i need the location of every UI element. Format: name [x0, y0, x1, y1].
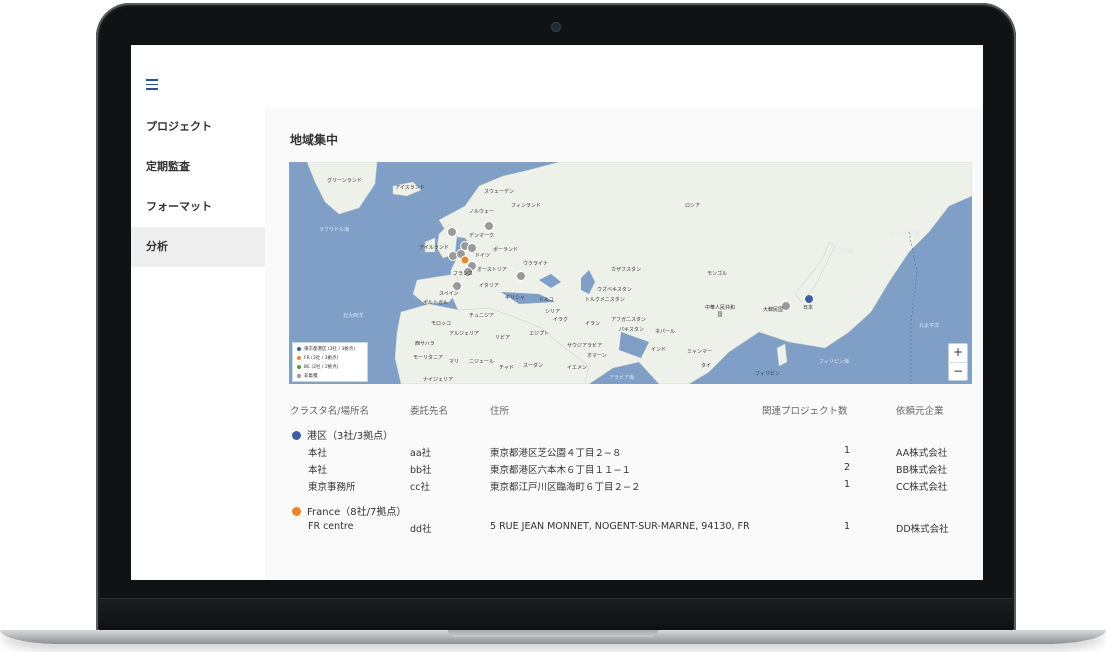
map-label-india: インド: [651, 347, 667, 353]
map-label-atlantic: 北大西洋: [343, 313, 364, 319]
map-label-turkmenistan: トルクメニスタン: [585, 297, 625, 303]
map-label-oman: オマーン: [587, 353, 607, 359]
legend-item: BE (2社 / 2拠点): [297, 363, 363, 372]
table-row[interactable]: 本社 bb社 東京都港区六本木６丁目１１−１ 2 BB株式会社: [290, 462, 960, 479]
map-label-nigeria: ナイジェリア: [423, 377, 454, 383]
map-label-iraq: イラク: [553, 317, 569, 323]
map-zoom-control: + −: [948, 343, 968, 381]
camera-icon: [551, 22, 561, 32]
table-row[interactable]: 東京事務所 cc社 東京都江戸川区臨海町６丁目２−２ 1 CC株式会社: [290, 479, 960, 496]
header-address[interactable]: 住所: [490, 403, 509, 417]
map-label-philippine-sea: フィリピン海: [819, 359, 849, 365]
map-label-poland: ポーランド: [493, 247, 519, 253]
map-label-egypt: エジプト: [529, 331, 550, 337]
map-label-south-korea: 大韓民国: [763, 307, 784, 313]
map-label-finland: フィンランド: [511, 203, 541, 209]
hamburger-menu-icon[interactable]: [146, 79, 158, 91]
map-label-pakistan: パキスタン: [619, 327, 644, 333]
map-label-sudan: スーダン: [523, 363, 544, 369]
map-label-portugal: ポルトガル: [423, 300, 449, 306]
map-label-greece: ギリシャ: [505, 295, 526, 301]
map-label-iran: イラン: [585, 321, 601, 327]
header-cluster[interactable]: クラスタ名/場所名: [290, 403, 369, 417]
map-label-turkey: トルコ: [539, 297, 554, 303]
zoom-in-button[interactable]: +: [949, 344, 967, 363]
map-label-afghanistan: アフガニスタン: [611, 317, 647, 323]
map-label-myanmar: ミャンマー: [687, 349, 713, 355]
sidebar-item-projects[interactable]: プロジェクト: [131, 107, 265, 147]
zoom-out-button[interactable]: −: [949, 363, 967, 381]
map-legend: 東京都港区 (3社 / 3拠点) FR (3社 / 3拠点) BE (2社 / …: [292, 342, 368, 382]
map-label-iceland: アイスランド: [395, 185, 425, 191]
header-count[interactable]: 関連プロジェクト数: [762, 403, 848, 417]
cluster-color-dot: [292, 431, 301, 440]
map-label-mali: マリ: [449, 359, 460, 365]
map-label-uzbekistan: ウズベキスタン: [597, 287, 632, 293]
sidebar: プロジェクト 定期監査 フォーマット 分析: [131, 107, 265, 580]
map-label-saudi: サウジアラビア: [567, 343, 603, 349]
top-bar: [131, 45, 983, 108]
map-label-austria: オーストリア: [477, 267, 507, 273]
map-label-kazakhstan: カザフスタン: [611, 267, 642, 273]
map-label-algeria: アルジェリア: [449, 331, 479, 337]
map-label-morocco: モロッコ: [431, 321, 452, 327]
map-label-mongolia: モンゴル: [707, 271, 728, 277]
map-label-japan: 日本: [803, 305, 814, 311]
laptop-notch: [448, 630, 658, 637]
main-content: 地域集中 グリーンランド アイスランド スウェーデン フィンランド ノルウェー …: [265, 107, 983, 580]
map-label-italy: イタリア: [479, 283, 499, 289]
map-label-greenland: グリーンランド: [327, 178, 362, 184]
map-label-niger: ニジェール: [469, 359, 495, 365]
map-label-russia: ロシア: [685, 203, 701, 209]
map-label-nepal: ネパール: [655, 329, 676, 335]
legend-item: 東京都港区 (3社 / 3拠点): [297, 345, 363, 354]
map-label-spain: スペイン: [439, 291, 459, 297]
cluster-group-header[interactable]: 港区（3社/3拠点）: [292, 427, 393, 442]
map-label-bering-sea: ベーリング海: [889, 231, 920, 237]
page-title: 地域集中: [290, 133, 339, 147]
map-label-sweden: スウェーデン: [484, 189, 515, 195]
table-row[interactable]: 本社 aa社 東京都港区芝公園４丁目２−８ 1 AA株式会社: [290, 445, 960, 462]
table-row[interactable]: FR centre dd社 5 RUE JEAN MONNET, NOGENT-…: [290, 521, 960, 538]
map-label-china: 中華人民共和国: [705, 305, 736, 318]
legend-item: FR (3社 / 3拠点): [297, 354, 363, 363]
map-label-ukraine: ウクライナ: [523, 261, 548, 267]
sidebar-item-analysis[interactable]: 分析: [131, 227, 265, 267]
map-label-pacific: 北太平洋: [919, 323, 940, 329]
sidebar-item-audit[interactable]: 定期監査: [131, 147, 265, 187]
map-label-libya: リビア: [495, 335, 511, 341]
map-label-okhotsk-sea: オホーツク海: [823, 249, 853, 255]
map-label-norway: ノルウェー: [469, 209, 495, 215]
map-label-syria: シリア: [545, 309, 561, 315]
cluster-color-dot: [292, 507, 301, 516]
legend-item: 非集積: [297, 372, 363, 381]
map-label-labrador-sea: ラブラドル海: [319, 227, 350, 233]
laptop-chin: [99, 598, 1013, 631]
sidebar-item-format[interactable]: フォーマット: [131, 187, 265, 227]
map-label-germany: ドイツ: [475, 253, 491, 259]
map-label-mauritania: モーリタニア: [413, 355, 444, 361]
header-client[interactable]: 依頼元企業: [896, 403, 944, 417]
map-label-arabian-sea: アラビア海: [609, 375, 635, 381]
world-map[interactable]: グリーンランド アイスランド スウェーデン フィンランド ノルウェー ロシア デ…: [289, 162, 972, 384]
cluster-group-header[interactable]: France（8社/7拠点）: [292, 503, 406, 518]
map-label-chad: チャド: [499, 365, 514, 371]
map-label-western-sahara: 西サハラ: [415, 341, 435, 347]
map-land-svg: [306, 162, 972, 384]
map-label-denmark: デンマーク: [469, 233, 495, 239]
header-agent[interactable]: 委託先名: [410, 403, 448, 417]
map-label-thailand: タイ: [701, 363, 712, 369]
map-label-tunisia: チュニジア: [469, 313, 495, 319]
map-label-france: フランス: [453, 271, 473, 277]
map-label-ireland: アイルランド: [419, 245, 449, 251]
map-label-yemen: イエメン: [567, 365, 587, 371]
map-label-philippines: フィリピン: [755, 371, 780, 377]
app-screen: プロジェクト 定期監査 フォーマット 分析 地域集中 グリーンランド アイスラン…: [131, 45, 983, 580]
